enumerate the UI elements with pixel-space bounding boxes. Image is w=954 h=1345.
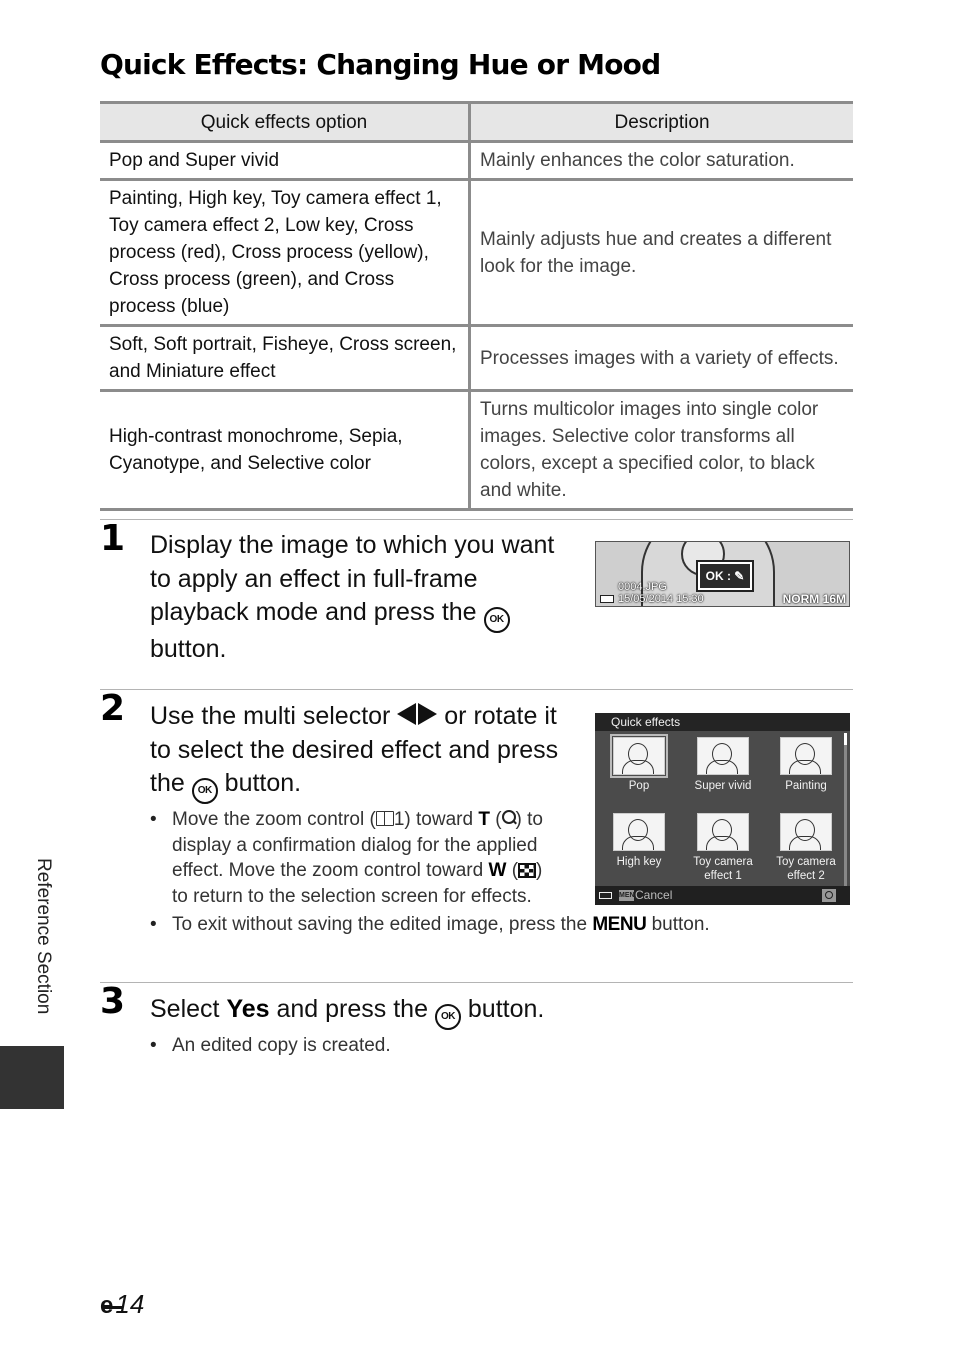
step-2-text: Use the multi selector or rotate it to s…: [150, 700, 570, 804]
step-3-text: Select Yes and press the OK button.: [150, 993, 750, 1030]
quick-effects-table: Quick effects option Description Pop and…: [100, 101, 853, 511]
step-number: 3: [100, 981, 126, 1022]
page-number: e14: [100, 1289, 145, 1319]
thumbnail-icon: [518, 863, 537, 879]
zoom-wide-label: W: [488, 860, 507, 882]
table-header-row: Quick effects option Description: [100, 101, 853, 143]
effect-thumbnail: [613, 813, 665, 851]
column-header-description: Description: [469, 101, 853, 143]
option-cell: Painting, High key, Toy camera effect 1,…: [100, 179, 471, 327]
section-tab: [0, 1046, 64, 1109]
yes-option-label: Yes: [226, 995, 270, 1023]
file-datetime: 15/05/2014 15:30: [618, 593, 704, 605]
menu-button-label: MENU: [592, 913, 647, 935]
screen-footer: MENU Cancel: [595, 886, 850, 905]
quick-effects-screen-illustration: Quick effects Pop Super vivid Painting H…: [595, 713, 850, 905]
effect-thumbnail: [780, 737, 832, 775]
table-row: Painting, High key, Toy camera effect 1,…: [100, 179, 853, 327]
option-cell: Soft, Soft portrait, Fisheye, Cross scre…: [100, 325, 471, 392]
cancel-label: Cancel: [635, 888, 673, 902]
ok-button-icon: OK: [483, 607, 510, 633]
divider: [100, 519, 853, 520]
bullet-item: To exit without saving the edited image,…: [150, 912, 750, 938]
option-cell: Pop and Super vivid: [100, 141, 471, 181]
bullet-item: Move the zoom control (1) toward T () to…: [150, 807, 562, 910]
battery-icon: [599, 892, 612, 899]
description-cell: Processes images with a variety of effec…: [469, 325, 853, 392]
step-text-part: Use the multi selector: [150, 702, 391, 730]
multi-selector-left-icon: [397, 703, 417, 725]
step-text-part: button.: [150, 635, 227, 663]
effect-thumbnail: [610, 734, 668, 778]
ok-effect-prompt-icon: OK : ✎: [696, 560, 754, 592]
effect-option-toy-camera-1: Toy camera effect 1: [681, 811, 765, 883]
effect-option-pop: Pop: [597, 734, 681, 793]
step-number: 1: [100, 518, 126, 559]
battery-icon: [600, 595, 614, 603]
page-title: Quick Effects: Changing Hue or Mood: [100, 48, 661, 81]
effect-option-high-key: High key: [597, 811, 681, 869]
section-label: Reference Section: [33, 858, 54, 1015]
bullet-item: An edited copy is created.: [150, 1033, 750, 1059]
effect-thumbnail: [780, 813, 832, 851]
option-cell: High-contrast monochrome, Sepia, Cyanoty…: [100, 390, 471, 511]
screen-header: Quick effects: [595, 713, 850, 731]
multi-selector-right-icon: [418, 703, 438, 725]
zoom-tele-label: T: [478, 809, 490, 830]
effect-option-toy-camera-2: Toy camera effect 2: [764, 811, 848, 883]
description-cell: Turns multicolor images into single colo…: [469, 390, 853, 511]
magnify-icon: [501, 810, 516, 824]
table-row: Soft, Soft portrait, Fisheye, Cross scre…: [100, 325, 853, 392]
column-header-option: Quick effects option: [100, 101, 471, 143]
playback-screen-illustration: OK : ✎ 0004.JPG 15/05/2014 15:30 NORM 16…: [595, 541, 850, 607]
file-name: 0004.JPG: [618, 581, 667, 593]
ok-button-icon: OK: [191, 778, 218, 804]
effect-option-super-vivid: Super vivid: [681, 735, 765, 793]
image-quality: NORM 16M: [782, 592, 846, 606]
zoom-tele-icon: [822, 889, 836, 902]
ok-button-icon: OK: [434, 1004, 461, 1030]
effect-option-painting: Painting: [764, 735, 848, 793]
table-row: Pop and Super vivid Mainly enhances the …: [100, 141, 853, 181]
e-reference-icon: e: [100, 1292, 123, 1319]
effect-thumbnail: [697, 813, 749, 851]
divider: [100, 689, 853, 690]
book-reference-icon: [375, 811, 394, 826]
menu-key-icon: MENU: [619, 890, 640, 901]
description-cell: Mainly adjusts hue and creates a differe…: [469, 179, 853, 327]
step-text-part: button.: [224, 769, 302, 797]
description-cell: Mainly enhances the color saturation.: [469, 141, 853, 181]
step-1-text: Display the image to which you want to a…: [150, 529, 560, 667]
divider: [100, 982, 853, 983]
table-row: High-contrast monochrome, Sepia, Cyanoty…: [100, 390, 853, 511]
step-number: 2: [100, 688, 126, 729]
step-3-bullets: An edited copy is created.: [150, 1033, 750, 1059]
effect-thumbnail: [697, 737, 749, 775]
file-info: 0004.JPG 15/05/2014 15:30: [618, 581, 704, 605]
